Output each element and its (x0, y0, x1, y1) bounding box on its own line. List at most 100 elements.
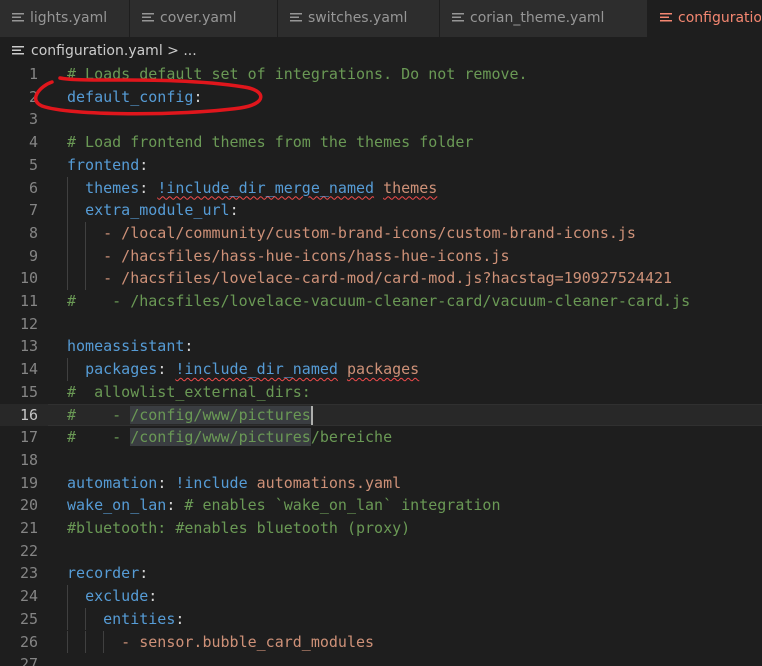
code-line[interactable]: 24 exclude: (0, 585, 762, 608)
code-line[interactable]: 16 # - /config/www/pictures (0, 403, 762, 427)
line-number: 3 (28, 110, 38, 129)
indent-guide (85, 267, 87, 290)
breadcrumb-file[interactable]: configuration.yaml (31, 43, 163, 59)
code-text: themes: !include_dir_merge_named themes (67, 177, 437, 200)
code-token: !include (175, 473, 248, 492)
tab-lights-yaml[interactable]: lights.yaml (0, 0, 130, 37)
indent-guide (103, 630, 105, 654)
tab-switches-yaml[interactable]: switches.yaml (278, 0, 440, 37)
line-number: 14 (19, 360, 38, 379)
line-number: 2 (28, 87, 38, 106)
code-text: - /local/community/custom-brand-icons/cu… (67, 222, 636, 245)
code-line[interactable]: 22 (0, 540, 762, 563)
code-token: #bluetooth: #enables bluetooth (proxy) (67, 519, 411, 537)
code-token: exclude (85, 587, 149, 606)
code-token: default_config (67, 87, 194, 106)
breadcrumb-more[interactable]: ... (183, 43, 196, 59)
text-cursor (311, 405, 314, 425)
code-text: packages: !include_dir_named packages (67, 358, 419, 381)
code-token: # allowlist_external_dirs: (67, 382, 311, 401)
code-line[interactable]: 23 recorder: (0, 562, 762, 585)
list-lines-icon (12, 46, 24, 55)
code-line[interactable]: 5 frontend: (0, 154, 762, 177)
code-text: exclude: (67, 585, 157, 608)
tab-configuration[interactable]: configuration (648, 0, 762, 37)
code-line[interactable]: 21 #bluetooth: #enables bluetooth (proxy) (0, 517, 762, 540)
code-line[interactable]: 12 (0, 313, 762, 336)
indent-guide (67, 244, 68, 268)
code-token: extra_module_url (85, 201, 230, 220)
line-number: 4 (28, 133, 38, 152)
code-token: # - /hacsfiles/lovelace-vacuum-cleaner-c… (67, 292, 691, 310)
tab-corian-theme-yaml[interactable]: corian_theme.yaml (440, 0, 648, 37)
line-number: 20 (19, 496, 38, 515)
code-text: - /hacsfiles/lovelace-card-mod/card-mod.… (67, 267, 672, 290)
code-line[interactable]: 25 entities: (0, 607, 762, 631)
line-number: 15 (19, 382, 38, 401)
list-lines-icon (660, 13, 672, 22)
indent-guide (67, 630, 68, 654)
code-line[interactable]: 10 - /hacsfiles/lovelace-card-mod/card-m… (0, 267, 762, 290)
indent-guide (85, 244, 87, 268)
code-text: default_config: (67, 86, 202, 109)
indent-guide (67, 358, 68, 381)
code-line[interactable]: 2 default_config: (0, 86, 762, 109)
tab-label: switches.yaml (308, 10, 408, 26)
code-line[interactable]: 18 (0, 449, 762, 472)
code-line[interactable]: 26 - sensor.bubble_card_modules (0, 630, 762, 654)
code-token: entities (103, 609, 176, 628)
line-number: 1 (28, 65, 38, 83)
line-number: 9 (28, 246, 38, 265)
code-token: /config/www/pictures (130, 405, 311, 424)
code-line[interactable]: 4 # Load frontend themes from the themes … (0, 131, 762, 154)
code-token: - /hacsfiles/lovelace-card-mod/card-mod.… (67, 269, 673, 288)
line-number: 5 (28, 155, 38, 174)
breadcrumb-path[interactable]: configuration.yaml > ... (31, 40, 197, 62)
line-number: 8 (28, 223, 38, 242)
code-token: /bereiche (310, 428, 393, 447)
code-token: - sensor.bubble_card_modules (67, 632, 375, 651)
code-line[interactable]: 9 - /hacsfiles/hass-hue-icons/hass-hue-i… (0, 244, 762, 268)
code-text: wake_on_lan: # enables `wake_on_lan` int… (67, 494, 500, 517)
indent-guide (67, 176, 68, 200)
breadcrumb-separator: > (167, 43, 179, 59)
code-line[interactable]: 3 (0, 108, 762, 131)
code-editor[interactable]: 1 # Loads default set of integrations. Do… (0, 63, 762, 666)
code-line[interactable]: 13 homeassistant: (0, 335, 762, 358)
breadcrumb: configuration.yaml > ... (0, 40, 762, 62)
code-token: !include_dir_named (175, 360, 338, 379)
code-line[interactable]: 27 (0, 653, 762, 666)
code-token: # Load frontend themes from the themes f… (67, 133, 474, 152)
line-number: 26 (19, 632, 38, 651)
code-text: # allowlist_external_dirs: (67, 381, 311, 404)
code-line[interactable]: 15 # allowlist_external_dirs: (0, 381, 762, 404)
tab-label: lights.yaml (30, 10, 108, 26)
code-line[interactable]: 14 packages: !include_dir_named packages (0, 358, 762, 381)
code-token: themes (85, 178, 140, 197)
list-lines-icon (290, 13, 302, 22)
code-text: # - /config/www/pictures/bereiche (67, 426, 392, 449)
line-number: 22 (19, 541, 38, 560)
code-token: : (148, 587, 158, 606)
tab-label: corian_theme.yaml (470, 10, 605, 26)
code-line[interactable]: 8 - /local/community/custom-brand-icons/… (0, 221, 762, 245)
code-line[interactable]: 17 # - /config/www/pictures/bereiche (0, 426, 762, 449)
code-line[interactable]: 11 # - /hacsfiles/lovelace-vacuum-cleaner… (0, 290, 762, 313)
code-line[interactable]: 1 # Loads default set of integrations. Do… (0, 63, 762, 86)
line-number: 13 (19, 337, 38, 356)
code-line[interactable]: 20 wake_on_lan: # enables `wake_on_lan` i… (0, 494, 762, 517)
code-token: automations.yaml (256, 473, 402, 492)
code-line[interactable]: 19 automation: !include automations.yaml (0, 472, 762, 495)
code-line[interactable]: 6 themes: !include_dir_merge_named theme… (0, 176, 762, 200)
code-text: #bluetooth: #enables bluetooth (proxy) (67, 517, 410, 540)
code-token: frontend (67, 155, 140, 174)
tab-cover-yaml[interactable]: cover.yaml (130, 0, 278, 37)
code-token: packages (346, 360, 420, 379)
code-line[interactable]: 7 extra_module_url: (0, 199, 762, 222)
indent-guide (67, 585, 68, 608)
list-lines-icon (452, 13, 464, 22)
code-token: : (139, 178, 158, 197)
